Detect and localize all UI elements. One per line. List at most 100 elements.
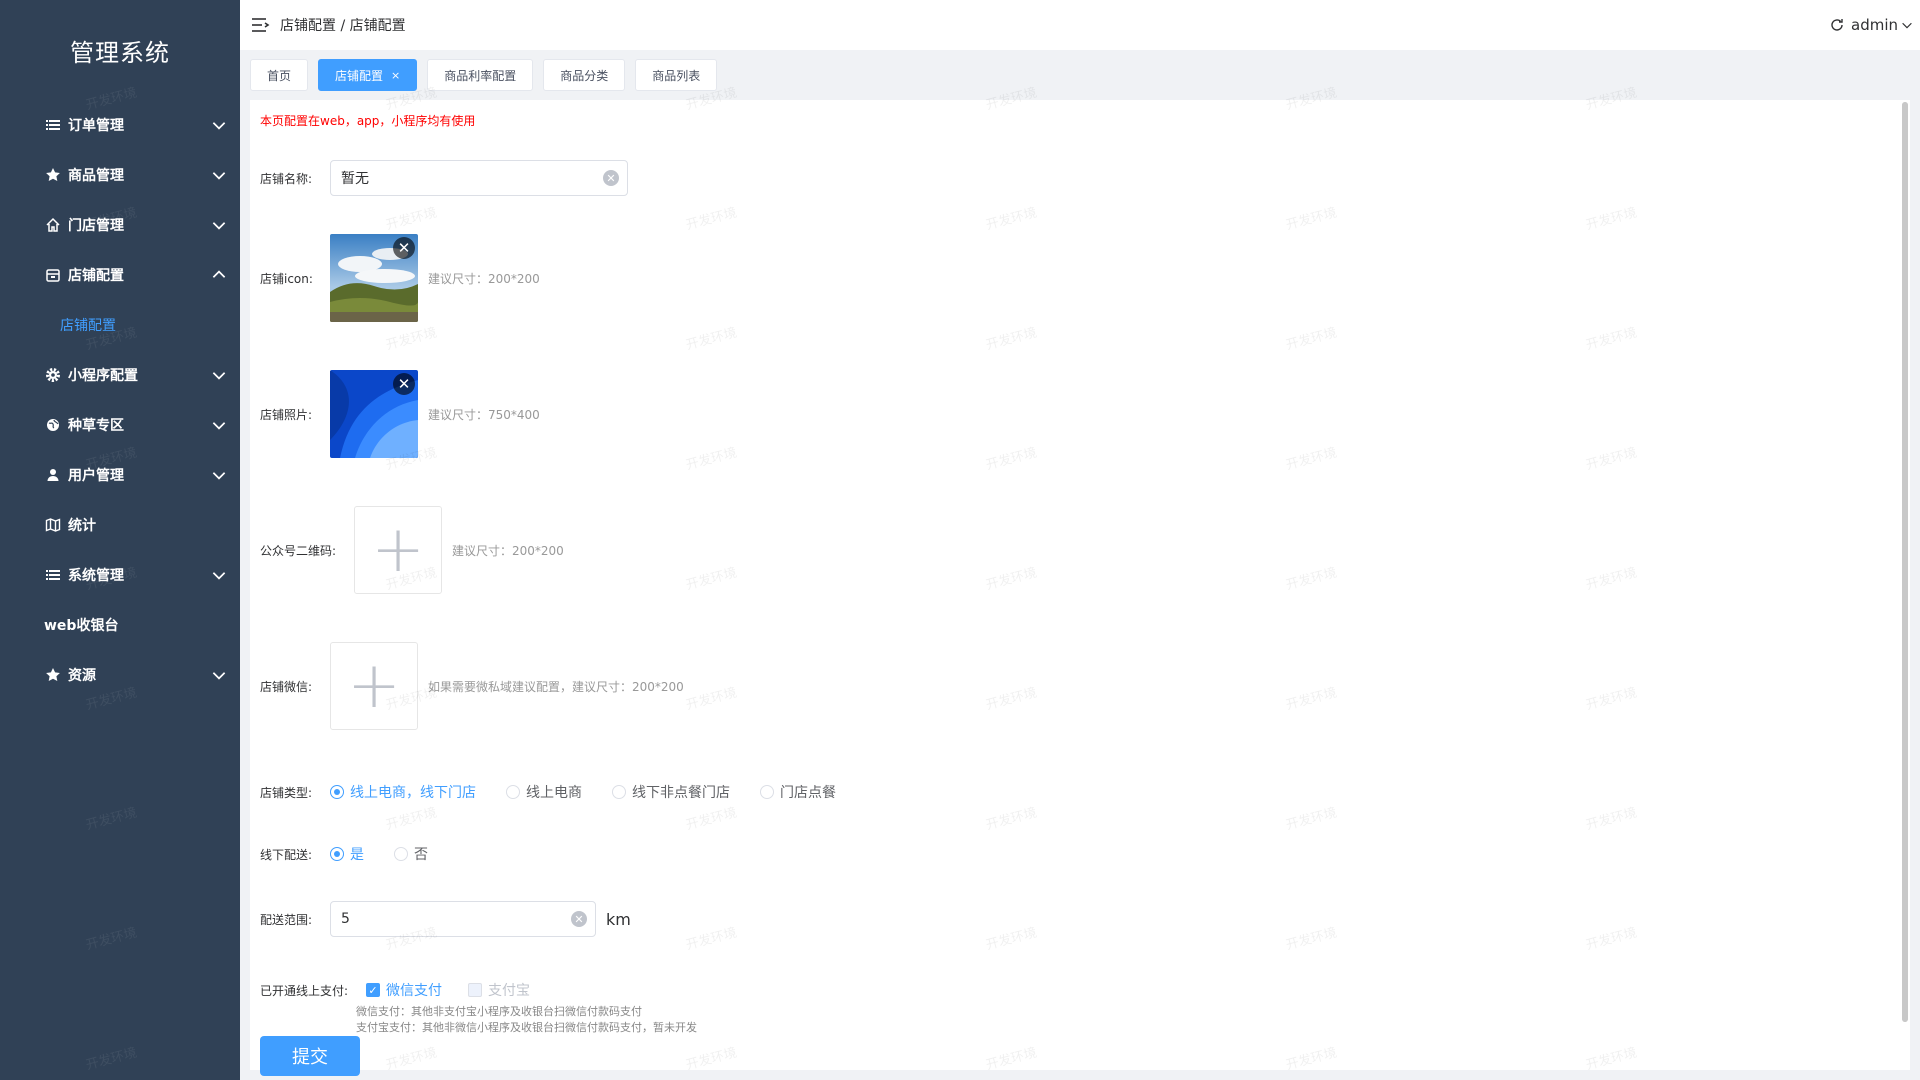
- close-icon[interactable]: ×: [391, 69, 400, 82]
- shop-icon-row: 店铺icon: ✕ 建议尺寸：200*200: [260, 234, 540, 322]
- user-menu[interactable]: admin: [1851, 16, 1898, 34]
- tag-label: 店铺配置: [335, 68, 384, 83]
- qrcode-row: 公众号二维码: + 建议尺寸：200*200: [260, 506, 564, 594]
- sidebar-item-label: 门店管理: [68, 218, 124, 234]
- delivery-range-input[interactable]: 5 ✕: [330, 901, 596, 937]
- home-icon: [44, 216, 62, 234]
- sidebar-item-stats[interactable]: 统计: [0, 500, 240, 550]
- unit-label: km: [606, 909, 631, 929]
- sidebar-item-shop-config[interactable]: 店铺配置: [0, 250, 240, 300]
- plus-icon: +: [371, 513, 425, 587]
- list-icon: [44, 116, 62, 134]
- offline-delivery-row: 线下配送: 是 否: [260, 844, 458, 864]
- sidebar-item-web-cashier[interactable]: web收银台: [0, 600, 240, 650]
- checkbox-wechat-pay[interactable]: ✓ 微信支付: [366, 980, 442, 1000]
- map-icon: [44, 516, 62, 534]
- chevron-down-icon: [212, 172, 226, 180]
- sidebar-item-label: 用户管理: [68, 468, 124, 484]
- clear-icon[interactable]: ✕: [571, 911, 587, 927]
- hamburger-icon[interactable]: [250, 15, 270, 35]
- radio-online[interactable]: 线上电商: [506, 782, 582, 802]
- sidebar-item-users[interactable]: 用户管理: [0, 450, 240, 500]
- field-label: 店铺微信:: [260, 679, 313, 694]
- notice-text: 本页配置在web，app，小程序均有使用: [260, 114, 476, 128]
- remove-image-icon[interactable]: ✕: [393, 237, 415, 259]
- checkbox-label: 微信支付: [386, 983, 442, 999]
- shop-photo-image[interactable]: ✕: [330, 370, 418, 458]
- sidebar-item-orders[interactable]: 订单管理: [0, 100, 240, 150]
- sidebar-subitem-label: 店铺配置: [60, 318, 116, 334]
- sidebar-item-label: 商品管理: [68, 168, 124, 184]
- check-icon: ✓: [366, 983, 380, 997]
- wechat-row: 店铺微信: + 如果需要微私域建议配置，建议尺寸：200*200: [260, 642, 684, 730]
- radio-label: 线下非点餐门店: [632, 785, 730, 801]
- online-pay-row: 已开通线上支付: ✓ 微信支付 支付宝: [260, 980, 556, 1000]
- chevron-down-icon: [212, 222, 226, 230]
- sidebar: 管理系统 订单管理 商品管理 门店管理 店铺配置 店铺配置 小程序配置 种草专区…: [0, 0, 240, 1080]
- chevron-down-icon: [212, 122, 226, 130]
- tag-product-list[interactable]: 商品列表: [635, 59, 718, 91]
- star-icon: [44, 666, 62, 684]
- field-label: 店铺照片:: [260, 407, 313, 422]
- radio-no[interactable]: 否: [394, 844, 428, 864]
- tag-shop-config[interactable]: 店铺配置 ×: [318, 59, 418, 91]
- sidebar-item-miniprogram[interactable]: 小程序配置: [0, 350, 240, 400]
- size-hint: 建议尺寸：200*200: [452, 543, 564, 558]
- field-label: 配送范围:: [260, 912, 313, 927]
- radio-label: 是: [350, 847, 364, 863]
- sidebar-item-label: 店铺配置: [68, 268, 124, 284]
- tag-label: 首页: [267, 68, 292, 83]
- field-label: 店铺名称:: [260, 171, 313, 186]
- radio-dot: [760, 785, 774, 799]
- sidebar-item-products[interactable]: 商品管理: [0, 150, 240, 200]
- radio-dine-in[interactable]: 门店点餐: [760, 782, 836, 802]
- tag-home[interactable]: 首页: [250, 59, 309, 91]
- shop-icon-image[interactable]: ✕: [330, 234, 418, 322]
- radio-online-offline[interactable]: 线上电商，线下门店: [330, 782, 476, 802]
- tags-view: 首页 店铺配置 × 商品利率配置 商品分类 商品列表: [240, 50, 1920, 100]
- sidebar-menu: 订单管理 商品管理 门店管理 店铺配置 店铺配置 小程序配置 种草专区 用户管理…: [0, 100, 240, 700]
- sidebar-item-system[interactable]: 系统管理: [0, 550, 240, 600]
- sidebar-item-grass[interactable]: 种草专区: [0, 400, 240, 450]
- scrollbar-thumb[interactable]: [1902, 102, 1908, 1022]
- star-icon: [44, 166, 62, 184]
- refresh-icon[interactable]: [1829, 17, 1845, 33]
- size-hint: 建议尺寸：200*200: [428, 271, 540, 286]
- sidebar-item-label: web收银台: [44, 618, 119, 634]
- main-content: 本页配置在web，app，小程序均有使用 店铺名称: 暂无 ✕ 店铺icon: …: [250, 100, 1910, 1076]
- checkbox-alipay[interactable]: 支付宝: [468, 980, 530, 1000]
- field-label: 店铺icon:: [260, 271, 313, 286]
- scrollbar[interactable]: [1902, 102, 1908, 1022]
- wechat-upload[interactable]: +: [330, 642, 418, 730]
- remove-image-icon[interactable]: ✕: [393, 373, 415, 395]
- qrcode-upload[interactable]: +: [354, 506, 442, 594]
- delivery-range-value: 5: [341, 911, 350, 927]
- radio-dot: [330, 847, 344, 861]
- app-title: 管理系统: [70, 38, 170, 67]
- delivery-range-row: 配送范围: 5 ✕ km: [260, 901, 631, 937]
- pay-hint-wechat: 微信支付：其他非支付宝小程序及收银台扫微信付款码支付: [356, 1005, 642, 1018]
- tag-label: 商品利率配置: [444, 68, 517, 83]
- delivery-radio-group: 是 否: [330, 844, 458, 864]
- clear-icon[interactable]: ✕: [603, 170, 619, 186]
- shop-name-row: 店铺名称: 暂无 ✕: [260, 160, 628, 196]
- submit-button[interactable]: 提交: [260, 1036, 360, 1076]
- tag-rate-config[interactable]: 商品利率配置: [427, 59, 534, 91]
- tag-category[interactable]: 商品分类: [543, 59, 626, 91]
- globe-icon: [44, 416, 62, 434]
- sidebar-subitem-shop-config[interactable]: 店铺配置: [0, 300, 240, 350]
- radio-yes[interactable]: 是: [330, 844, 364, 864]
- chevron-down-icon: [212, 372, 226, 380]
- sidebar-item-stores[interactable]: 门店管理: [0, 200, 240, 250]
- sidebar-item-resources[interactable]: 资源: [0, 650, 240, 700]
- radio-offline-non-dining[interactable]: 线下非点餐门店: [612, 782, 730, 802]
- chevron-down-icon: [212, 672, 226, 680]
- field-label: 店铺类型:: [260, 785, 313, 800]
- sidebar-item-label: 统计: [68, 518, 96, 534]
- shop-type-row: 店铺类型: 线上电商，线下门店 线上电商 线下非点餐门店 门店点餐: [260, 782, 866, 802]
- shop-name-input[interactable]: 暂无 ✕: [330, 160, 628, 196]
- radio-dot: [506, 785, 520, 799]
- chevron-down-icon[interactable]: [1900, 18, 1914, 32]
- radio-dot: [394, 847, 408, 861]
- radio-label: 线上电商: [526, 785, 582, 801]
